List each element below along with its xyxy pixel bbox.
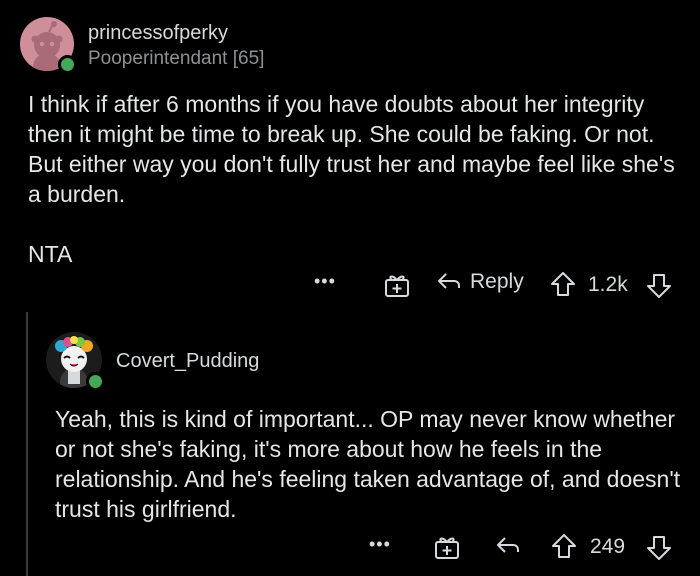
reply-label: Reply: [470, 270, 524, 293]
more-options-button[interactable]: •••: [314, 271, 336, 292]
comment-paragraph: I think if after 6 months if you have do…: [28, 91, 675, 207]
vote-score: 249: [590, 535, 626, 558]
reply-body: Yeah, this is kind of important... OP ma…: [55, 406, 681, 522]
reply-button[interactable]: Reply: [436, 270, 524, 294]
upvote-icon[interactable]: [551, 533, 577, 559]
vote-score: 1.2k: [588, 273, 628, 296]
online-indicator: [58, 55, 77, 74]
user-flair: Pooperintendant [65]: [88, 48, 265, 69]
upvote-icon[interactable]: [550, 271, 576, 297]
comment-paragraph: NTA: [28, 241, 73, 267]
downvote-icon[interactable]: [646, 535, 672, 561]
gift-award-icon[interactable]: [433, 534, 461, 560]
reply-arrow-icon[interactable]: [495, 534, 521, 558]
more-options-button[interactable]: •••: [369, 534, 391, 555]
online-indicator: [86, 372, 105, 391]
thread-line[interactable]: [26, 312, 28, 576]
comment-username[interactable]: princessofperky: [88, 22, 228, 45]
downvote-icon[interactable]: [646, 273, 672, 299]
comment-body: I think if after 6 months if you have do…: [28, 89, 688, 269]
reply-username[interactable]: Covert_Pudding: [116, 350, 259, 373]
gift-award-icon[interactable]: [383, 272, 411, 298]
reply-arrow-icon: [436, 270, 462, 294]
